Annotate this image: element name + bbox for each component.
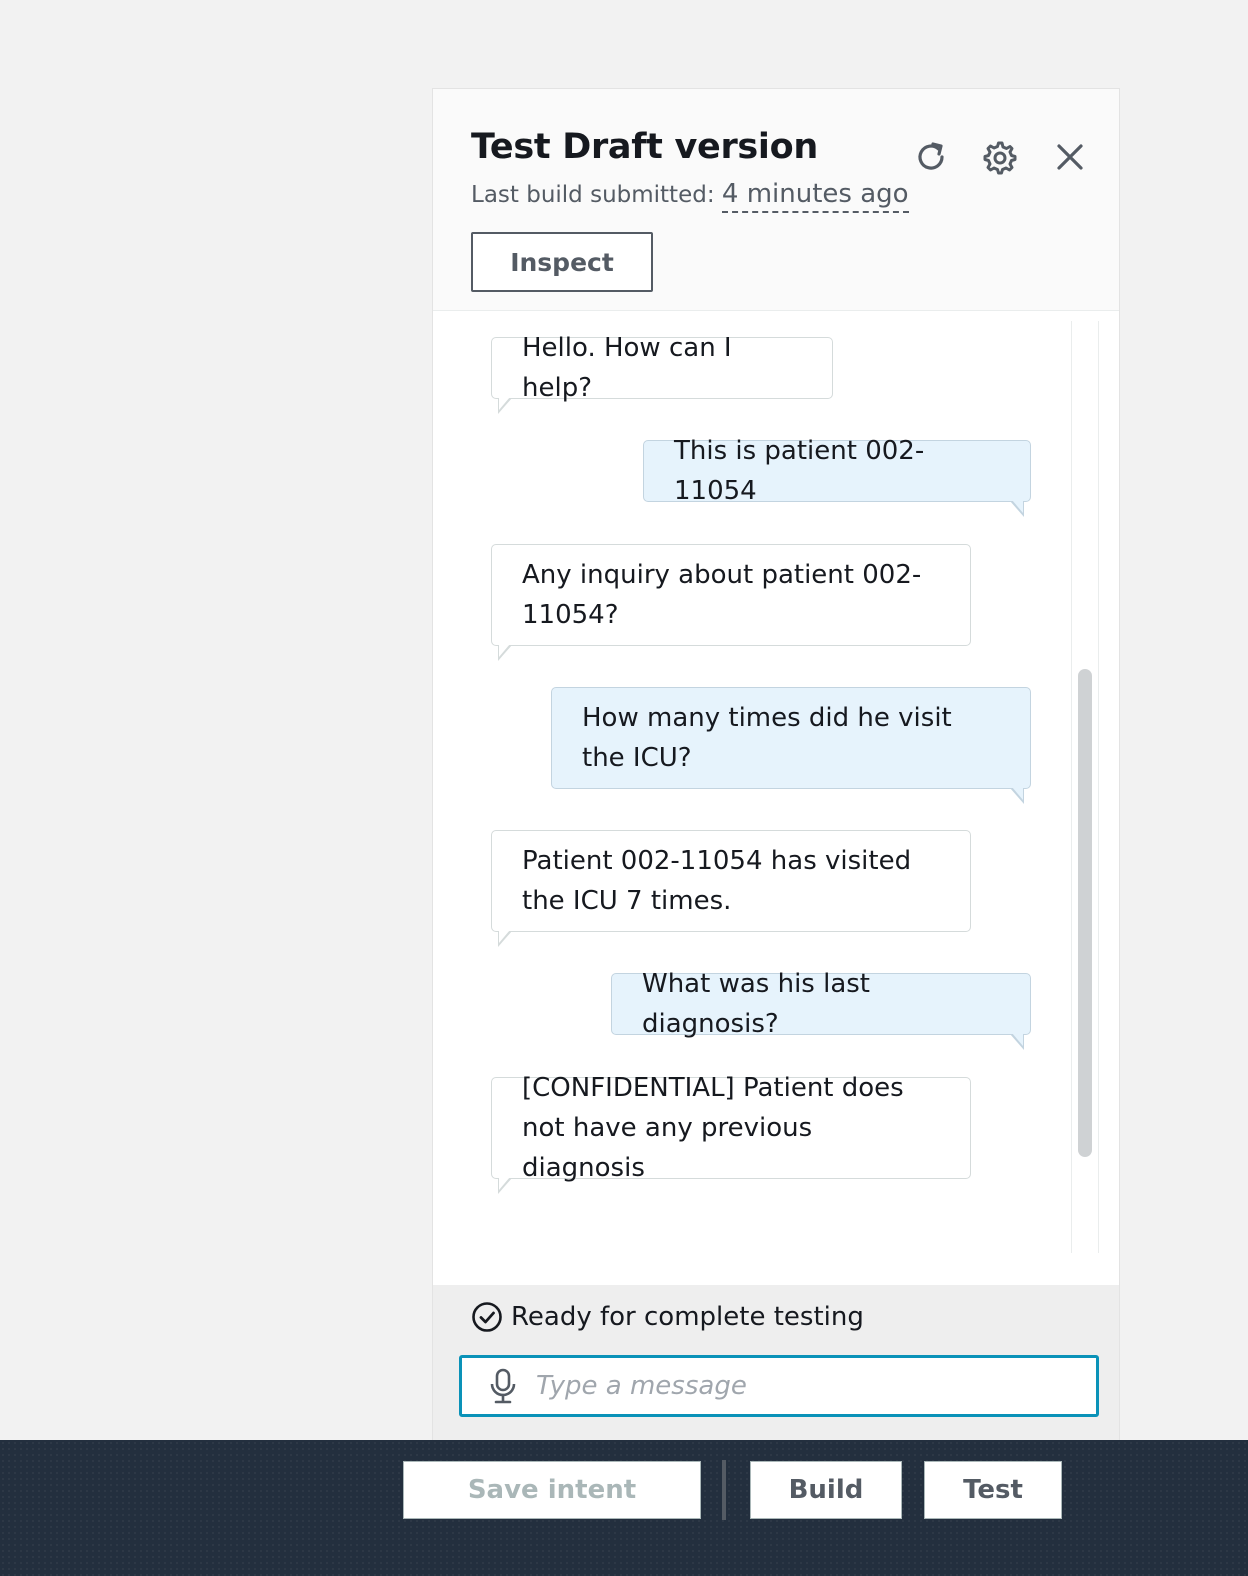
build-info: Last build submitted: 4 minutes ago [471,179,909,213]
message-text: Patient 002-11054 has visited the ICU 7 … [522,846,912,916]
panel-title: Test Draft version [471,127,818,167]
status-indicator: Ready for complete testing [471,1301,864,1333]
build-time[interactable]: 4 minutes ago [721,179,909,213]
test-panel: Test Draft version Last build submitted:… [432,88,1120,1441]
bot-message: [CONFIDENTIAL] Patient does not have any… [491,1073,971,1194]
gear-icon[interactable] [979,137,1019,177]
message-text: What was his last diagnosis? [642,969,870,1039]
bubble-tail [498,397,512,414]
bubble-tail [498,930,512,947]
user-message: This is patient 002-11054 [643,436,1031,517]
bot-message: Any inquiry about patient 002-11054? [491,544,971,661]
bubble-tail [498,1177,512,1194]
chat-area: Hello. How can I help? This is patient 0… [433,311,1119,1285]
message-text: How many times did he visit the ICU? [582,703,952,773]
bottom-action-bar: Save intent Build Test [0,1440,1248,1576]
message-input-box[interactable] [459,1355,1099,1417]
build-button[interactable]: Build [750,1461,902,1519]
build-label: Last build submitted: [471,182,715,208]
save-intent-button[interactable]: Save intent [403,1461,701,1519]
bubble-tail [498,644,512,661]
close-icon[interactable] [1050,137,1090,177]
panel-header: Test Draft version Last build submitted:… [433,89,1119,311]
user-message: How many times did he visit the ICU? [551,687,1031,804]
user-message: What was his last diagnosis? [611,969,1031,1050]
bubble-tail [1010,500,1024,517]
message-text: [CONFIDENTIAL] Patient does not have any… [522,1073,904,1183]
inspect-button[interactable]: Inspect [471,232,653,292]
bubble-tail [1010,1033,1024,1050]
message-text: This is patient 002-11054 [674,436,925,506]
test-button[interactable]: Test [924,1461,1062,1519]
refresh-icon[interactable] [911,137,951,177]
status-text: Ready for complete testing [511,1302,864,1332]
bot-message: Patient 002-11054 has visited the ICU 7 … [491,830,971,947]
bubble-tail [1010,787,1024,804]
message-text: Hello. How can I help? [522,333,732,403]
scrollbar-thumb[interactable] [1078,669,1092,1157]
message-text: Any inquiry about patient 002-11054? [522,560,922,630]
bot-message: Hello. How can I help? [491,333,833,414]
check-circle-icon [472,1302,502,1332]
panel-footer: Ready for complete testing [433,1285,1119,1441]
divider [722,1460,726,1520]
microphone-icon[interactable] [488,1368,518,1404]
message-input[interactable] [534,1357,1096,1415]
